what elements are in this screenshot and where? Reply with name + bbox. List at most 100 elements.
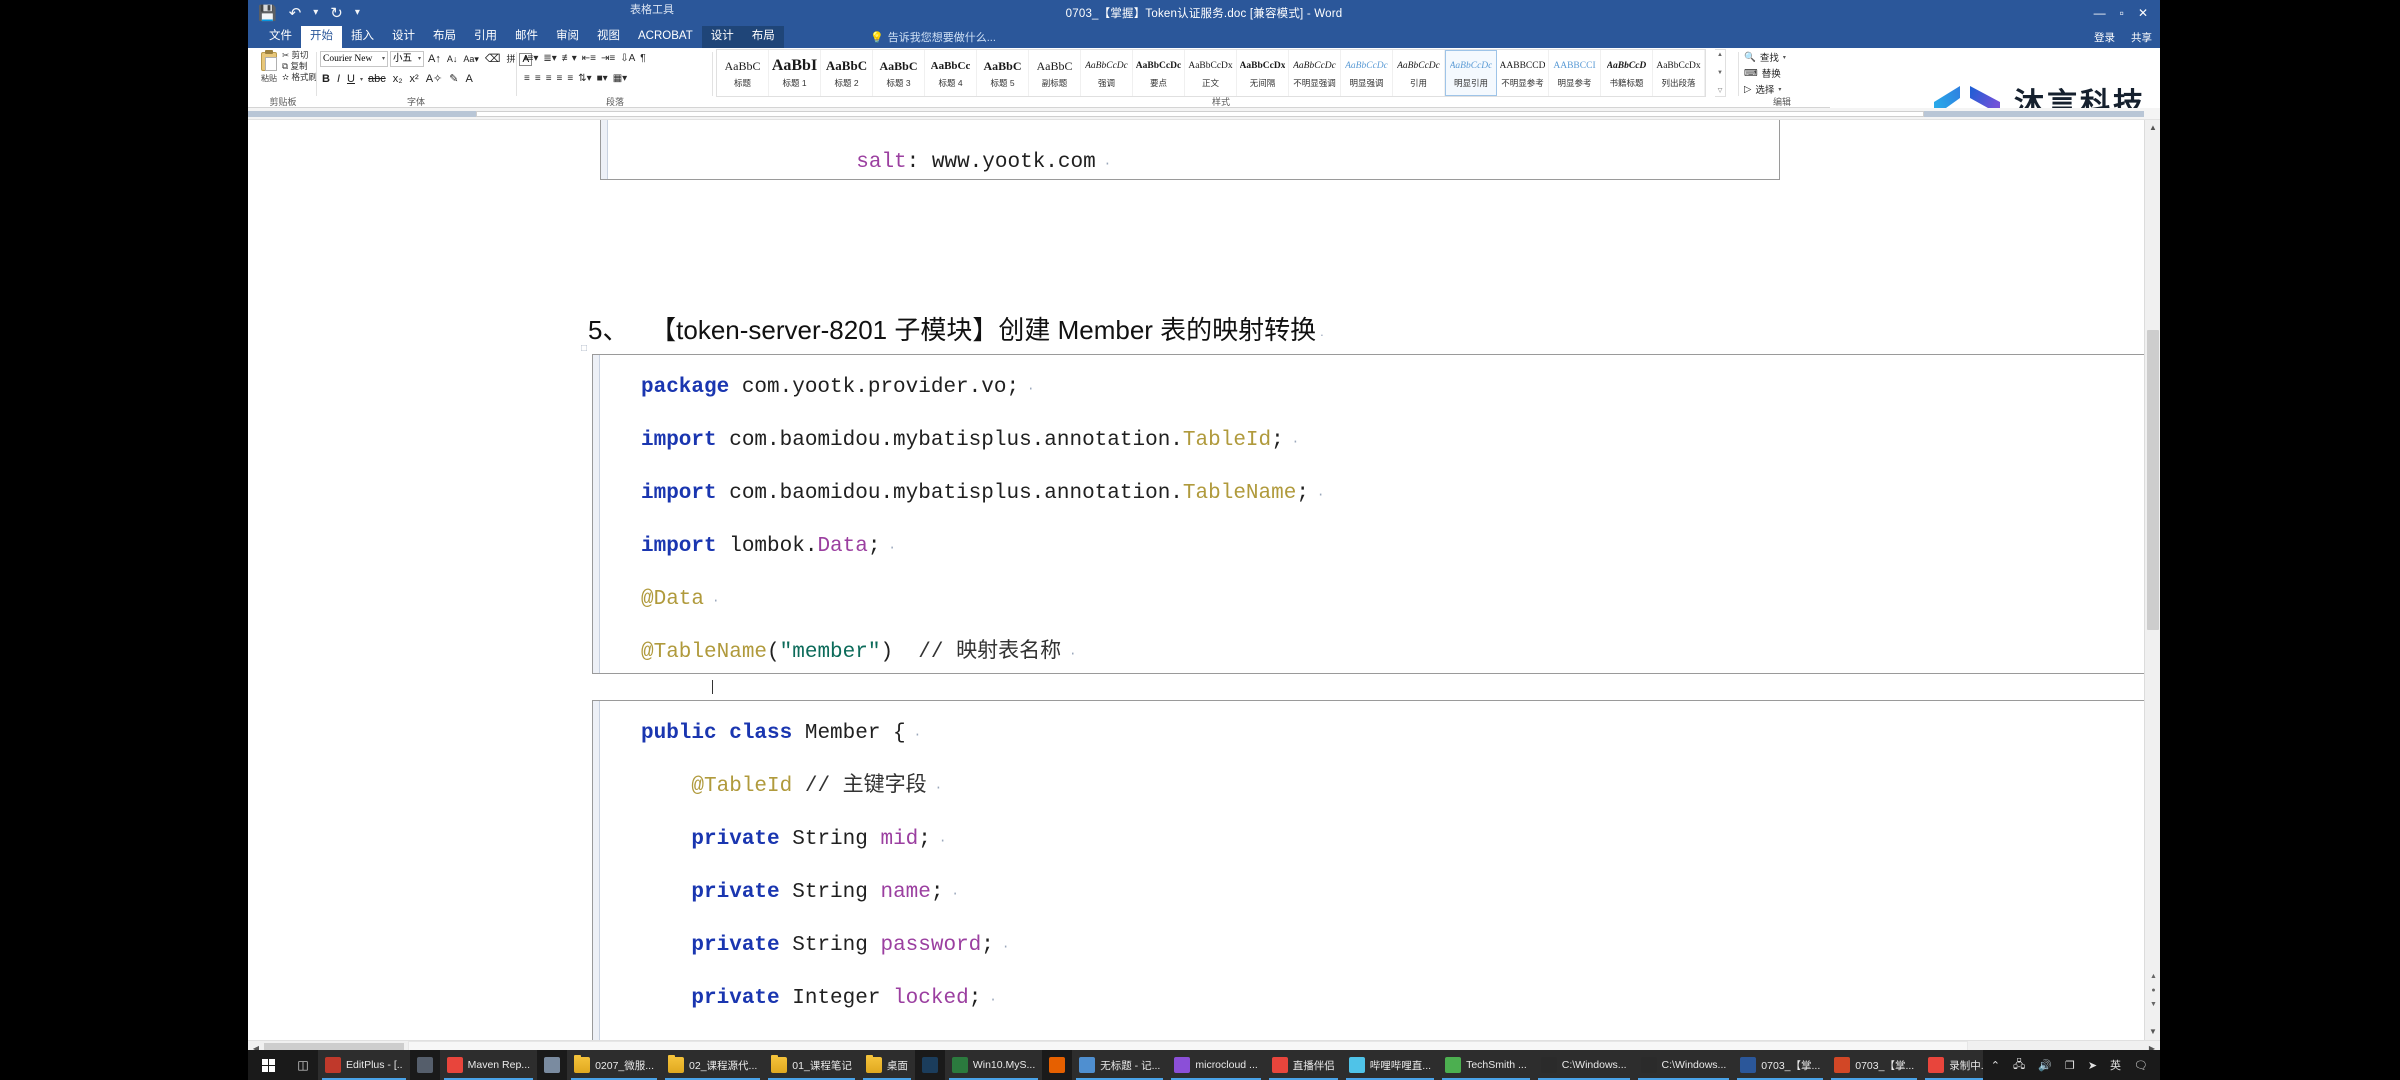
previous-page-icon[interactable]: ▲ [2148, 973, 2159, 984]
volume-icon[interactable]: 🔊 [2038, 1059, 2052, 1072]
grow-font-button[interactable]: A↑ [426, 51, 443, 67]
taskbar-item-0[interactable]: EditPlus - [.. [318, 1050, 410, 1080]
code-block-top[interactable]: salt: www.yootk.com · [600, 120, 1780, 180]
italic-button[interactable]: I [335, 71, 342, 87]
ribbon-tab-9[interactable]: ACROBAT [629, 26, 702, 48]
vertical-scrollbar[interactable]: ▲ ▲ ● ▼ ▼ [2144, 120, 2160, 1040]
line-spacing-icon[interactable]: ⇅▾ [578, 72, 591, 86]
shrink-font-button[interactable]: A↓ [445, 51, 460, 67]
select-browse-object-icon[interactable]: ● [2148, 987, 2159, 998]
style-item-9[interactable]: AaBbCcDx 正文 [1185, 50, 1237, 96]
ime-icon[interactable]: 英 [2110, 1057, 2121, 1073]
vertical-scroll-thumb[interactable] [2147, 330, 2159, 630]
multilevel-list-icon[interactable]: ≢▾ [562, 52, 577, 66]
paste-button[interactable]: 粘贴 [256, 50, 282, 84]
taskbar-item-13[interactable]: 直播伴侣 [1264, 1050, 1342, 1080]
select-button[interactable]: ▷ 选择 ▾ [1744, 82, 1781, 97]
taskbar-item-8[interactable] [915, 1050, 945, 1080]
network-icon[interactable]: 🖧 [2013, 1056, 2025, 1075]
document-page[interactable]: salt: www.yootk.com · 5、 【token-server-8… [248, 120, 2160, 1040]
increase-indent-icon[interactable]: ⇥≡ [601, 52, 615, 66]
style-item-1[interactable]: AaBbI 标题 1 [769, 50, 821, 96]
close-button[interactable]: ✕ [2138, 7, 2148, 19]
styles-gallery-scroll[interactable]: ▲ ▼ ▽ [1715, 49, 1726, 97]
code-block-2[interactable]: public class Member { · @TableId // 主键字段… [592, 700, 2160, 1040]
taskbar-item-19[interactable]: 0703_【掌... [1827, 1050, 1922, 1080]
distributed-icon[interactable]: ≡ [567, 72, 573, 86]
taskbar-item-16[interactable]: C:\Windows... [1533, 1050, 1634, 1080]
style-item-10[interactable]: AaBbCcDx 无间隔 [1237, 50, 1289, 96]
code-block-1[interactable]: package com.yootk.provider.vo; · import c… [592, 354, 2160, 674]
ribbon-tab-5[interactable]: 引用 [465, 26, 506, 48]
scroll-up-icon[interactable]: ▲ [1717, 51, 1723, 59]
horizontal-ruler[interactable] [248, 108, 2160, 120]
taskbar-item-7[interactable]: 桌面 [858, 1050, 915, 1080]
ribbon-tab-11[interactable]: 布局 [742, 26, 784, 48]
copy-icon[interactable]: ❐ [2065, 1059, 2075, 1072]
style-item-17[interactable]: AaBbCcD 书籍标题 [1601, 50, 1653, 96]
ribbon-tab-2[interactable]: 插入 [342, 26, 383, 48]
style-item-0[interactable]: AaBbC 标题 [717, 50, 769, 96]
send-icon[interactable]: ➤ [2088, 1059, 2097, 1072]
font-name-input[interactable]: Courier New ▾ [320, 51, 388, 67]
taskbar-item-11[interactable]: 无标题 - 记... [1072, 1050, 1168, 1080]
next-page-icon[interactable]: ▼ [2148, 1001, 2159, 1012]
taskbar-item-9[interactable]: Win10.MyS... [944, 1050, 1043, 1080]
ribbon-tab-4[interactable]: 布局 [424, 26, 465, 48]
format-painter-button[interactable]: ✫ 格式刷 [282, 72, 317, 83]
taskbar-item-17[interactable]: C:\Windows... [1633, 1050, 1734, 1080]
change-case-button[interactable]: Aa▾ [461, 51, 481, 67]
style-item-3[interactable]: AaBbC 标题 3 [873, 50, 925, 96]
align-right-icon[interactable]: ≡ [546, 72, 552, 86]
style-item-5[interactable]: AaBbC 标题 5 [977, 50, 1029, 96]
highlight-icon[interactable]: ✎ [447, 71, 460, 87]
taskbar-item-12[interactable]: microcloud ... [1167, 1050, 1265, 1080]
decrease-indent-icon[interactable]: ⇤≡ [582, 52, 596, 66]
style-item-7[interactable]: AaBbCcDc 强调 [1081, 50, 1133, 96]
ribbon-tab-3[interactable]: 设计 [383, 26, 424, 48]
notification-icon[interactable]: 🗨 [2134, 1059, 2148, 1072]
document-canvas[interactable]: salt: www.yootk.com · 5、 【token-server-8… [248, 120, 2160, 1040]
styles-gallery[interactable]: AaBbC 标题 AaBbI 标题 1 AaBbC 标题 2 AaBbC 标题 3 AaBbCc… [716, 49, 1706, 97]
style-item-2[interactable]: AaBbC 标题 2 [821, 50, 873, 96]
strikethrough-button[interactable]: abc [366, 71, 388, 87]
maximize-button[interactable]: ▫ [2120, 7, 2124, 19]
taskbar-item-1[interactable] [410, 1050, 440, 1080]
style-item-15[interactable]: AABBCCD 不明显参考 [1497, 50, 1549, 96]
replace-button[interactable]: ⌨ 替换 [1744, 66, 1781, 81]
chevron-down-icon[interactable]: ▾ [360, 76, 363, 83]
subscript-button[interactable]: x₂ [391, 71, 405, 87]
align-center-icon[interactable]: ≡ [535, 72, 541, 86]
borders-icon[interactable]: ▦▾ [613, 72, 627, 86]
style-item-14[interactable]: AaBbCcDc 明显引用 [1445, 50, 1497, 96]
sort-icon[interactable]: ⇩A [620, 52, 635, 66]
style-item-16[interactable]: AABBCCI 明显参考 [1549, 50, 1601, 96]
task-view-button[interactable]: ◫ [288, 1050, 318, 1080]
font-size-input[interactable]: 小五 ▾ [390, 51, 424, 67]
show-hidden-icons[interactable]: ⌃ [1991, 1059, 2000, 1072]
taskbar-item-10[interactable] [1042, 1050, 1072, 1080]
style-item-4[interactable]: AaBbCc 标题 4 [925, 50, 977, 96]
taskbar-item-2[interactable]: Maven Rep... [439, 1050, 538, 1080]
taskbar-item-3[interactable] [537, 1050, 567, 1080]
numbering-icon[interactable]: ≣▾ [543, 52, 556, 66]
underline-button[interactable]: U [345, 71, 357, 87]
ribbon-tab-7[interactable]: 审阅 [547, 26, 588, 48]
minimize-button[interactable]: — [2094, 7, 2106, 19]
taskbar-item-18[interactable]: 0703_【掌... [1733, 1050, 1828, 1080]
taskbar-item-15[interactable]: TechSmith ... [1438, 1050, 1534, 1080]
ribbon-tab-0[interactable]: 文件 [260, 26, 301, 48]
bold-button[interactable]: B [320, 71, 332, 87]
superscript-button[interactable]: x² [408, 71, 421, 87]
font-color-icon[interactable]: A [463, 71, 474, 87]
style-item-12[interactable]: AaBbCcDc 明显强调 [1341, 50, 1393, 96]
taskbar-item-14[interactable]: 哔哩哔哩直... [1341, 1050, 1439, 1080]
taskbar-item-20[interactable]: 录制中... [1921, 1050, 1983, 1080]
scroll-up-icon[interactable]: ▲ [2145, 120, 2160, 136]
bullets-icon[interactable]: •≡▾ [524, 52, 538, 66]
copy-button[interactable]: ⧉ 复制 [282, 61, 317, 72]
ribbon-tab-8[interactable]: 视图 [588, 26, 629, 48]
style-item-6[interactable]: AaBbC 副标题 [1029, 50, 1081, 96]
style-item-18[interactable]: AaBbCcDx 列出段落 [1653, 50, 1705, 96]
tell-me-box[interactable]: 💡 告诉我您想要做什么... [870, 26, 996, 48]
